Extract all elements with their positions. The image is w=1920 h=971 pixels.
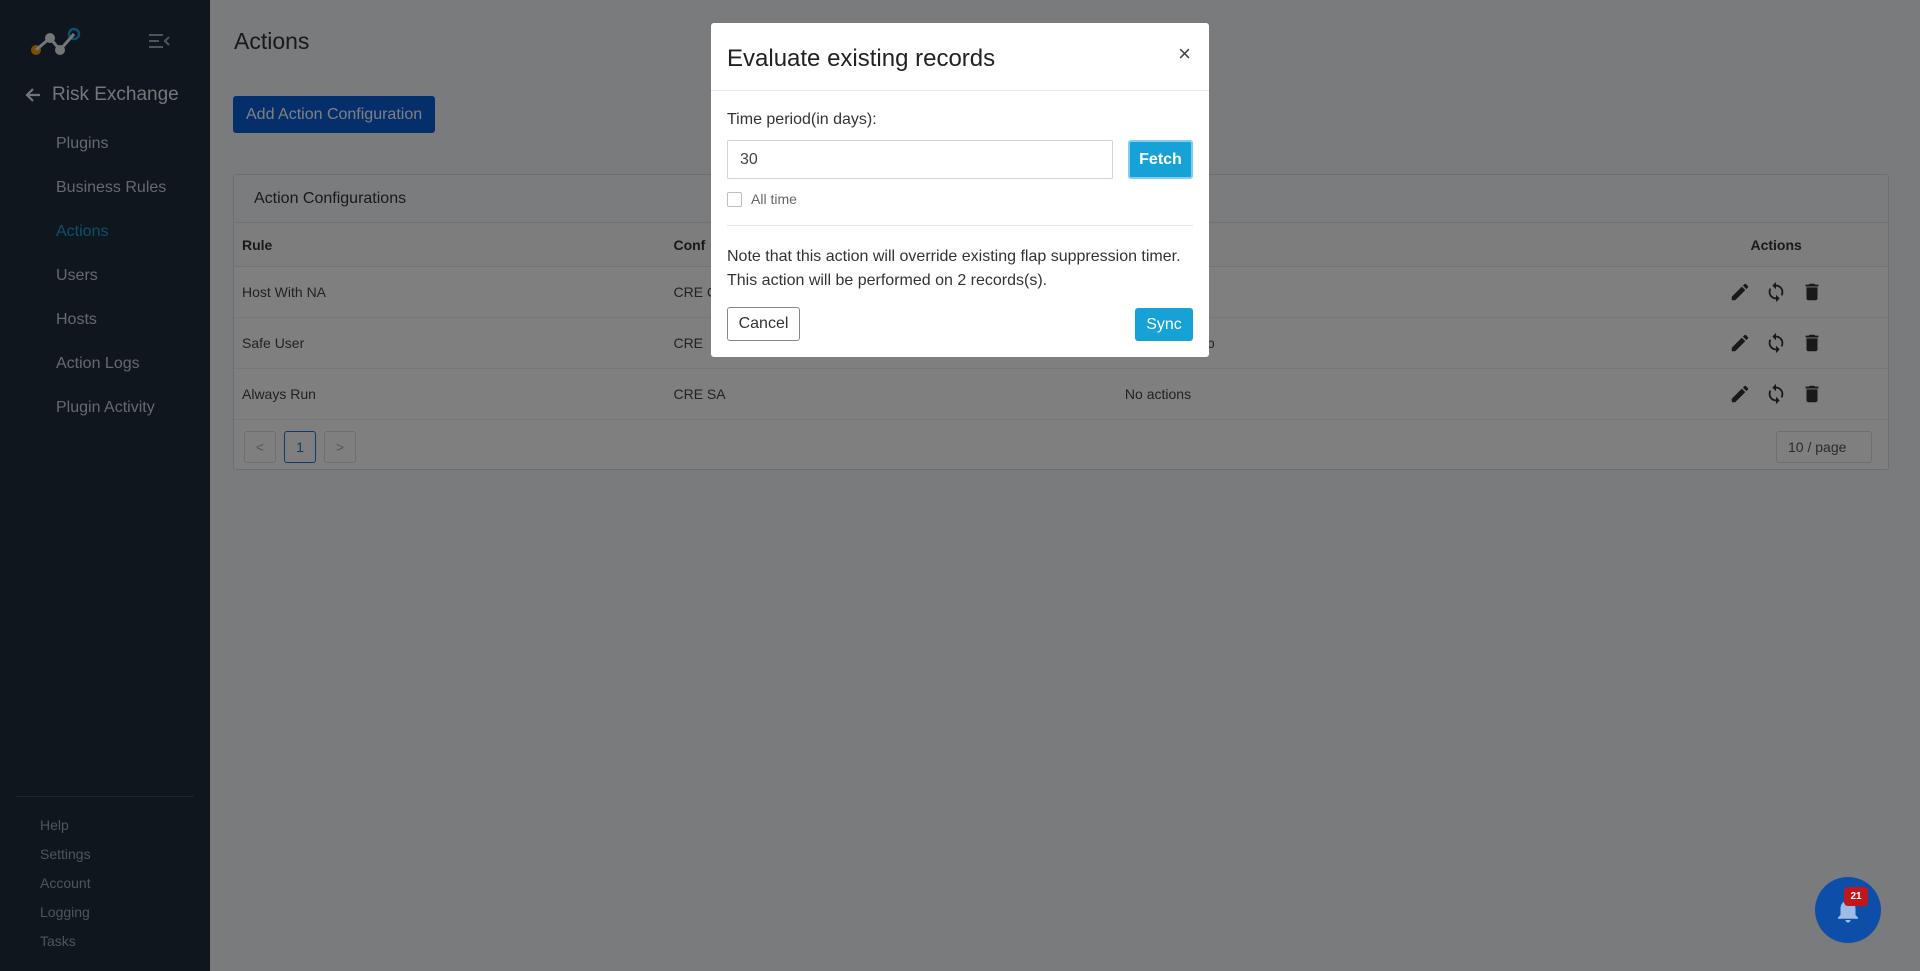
all-time-checkbox[interactable] — [727, 191, 742, 207]
notification-count-badge: 21 — [1844, 887, 1868, 906]
modal-title: Evaluate existing records — [727, 45, 996, 72]
note-line: This action will be performed on 2 recor… — [727, 272, 1048, 289]
fetch-button[interactable]: Fetch — [1128, 140, 1193, 179]
modal-divider — [727, 225, 1193, 226]
modal-header: Evaluate existing records × — [711, 23, 1209, 91]
close-icon[interactable]: × — [1178, 41, 1191, 67]
sync-button[interactable]: Sync — [1135, 308, 1193, 341]
all-time-option[interactable]: All time — [727, 191, 797, 207]
note-line: Note that this action will override exis… — [727, 248, 1181, 265]
time-period-label: Time period(in days): — [727, 111, 877, 128]
evaluate-records-modal: Evaluate existing records × Time period(… — [711, 23, 1209, 357]
all-time-label: All time — [751, 191, 797, 207]
cancel-button[interactable]: Cancel — [727, 307, 800, 341]
time-period-input[interactable] — [727, 140, 1113, 179]
override-note: Note that this action will override exis… — [727, 245, 1197, 293]
